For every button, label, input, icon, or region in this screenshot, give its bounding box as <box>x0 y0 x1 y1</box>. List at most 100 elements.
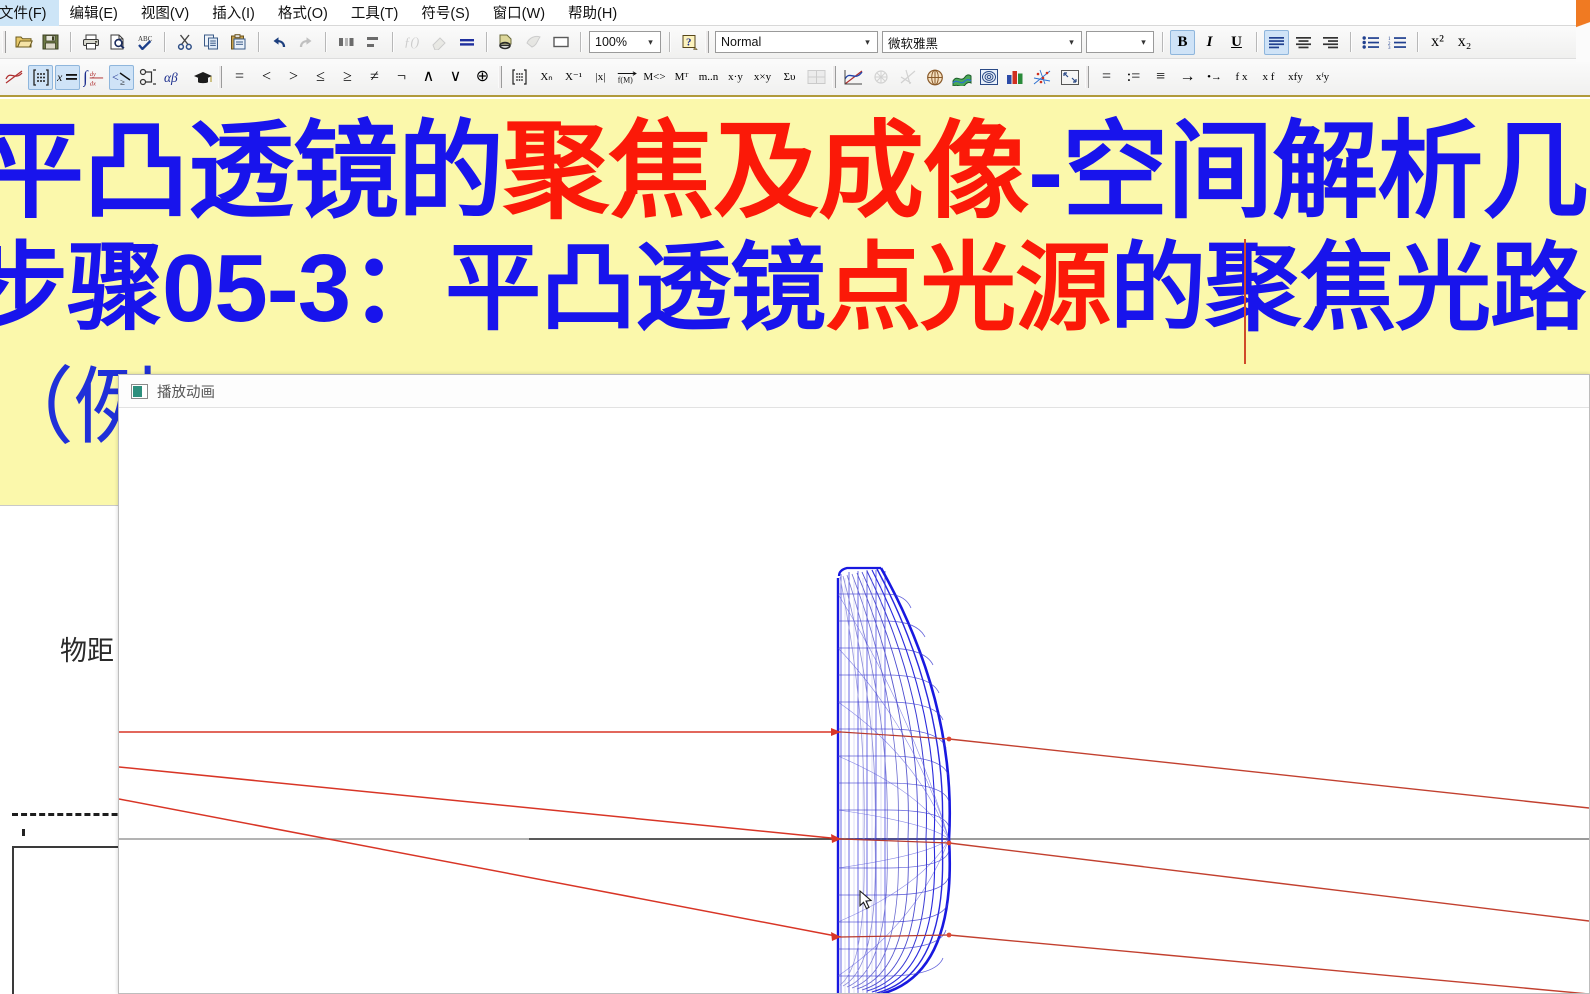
align-object-icon[interactable] <box>333 30 358 55</box>
operator-less-equal[interactable]: ≤ <box>308 65 333 90</box>
frame-icon[interactable] <box>548 30 573 55</box>
assign-equals[interactable]: = <box>1094 65 1119 90</box>
greek-alpha-beta-icon[interactable]: αβ <box>163 65 188 90</box>
operator-and[interactable]: ∧ <box>416 65 441 90</box>
matrix-subscript-icon[interactable]: Xₙ <box>534 65 559 90</box>
contour-plot-icon[interactable] <box>976 65 1001 90</box>
function-plot-icon[interactable] <box>1 65 26 90</box>
underline-icon[interactable]: U <box>1224 30 1249 55</box>
assign-identical[interactable]: ≡ <box>1148 65 1173 90</box>
assign-arrow[interactable]: → <box>1175 65 1200 90</box>
lens-ray-trace-canvas[interactable] <box>119 408 1589 993</box>
operator-or[interactable]: ∨ <box>443 65 468 90</box>
save-icon[interactable] <box>38 30 63 55</box>
open-icon[interactable] <box>11 30 36 55</box>
menu-tools[interactable]: 工具(T) <box>340 0 411 26</box>
play-animation-window[interactable]: 播放动画 <box>118 374 1590 994</box>
spellcheck-icon[interactable]: ABC <box>132 30 157 55</box>
copy-icon[interactable] <box>199 30 224 55</box>
operator-equals[interactable]: = <box>227 65 252 90</box>
bar-chart-icon[interactable] <box>1003 65 1028 90</box>
x-equals-icon[interactable]: x <box>55 64 80 90</box>
font-family-combo[interactable]: 微软雅黑 ▾ <box>882 31 1082 53</box>
assign-dot-arrow[interactable]: •→ <box>1202 65 1227 90</box>
bullet-list-icon[interactable] <box>1358 30 1383 55</box>
help-icon[interactable]: ? <box>677 30 702 55</box>
matrix-power-icon[interactable]: M<> <box>642 65 667 90</box>
paste-icon[interactable] <box>226 30 251 55</box>
polar-chart-icon[interactable] <box>868 65 893 90</box>
line-chart-icon[interactable] <box>841 65 866 90</box>
number-list-icon[interactable]: 1 2 3 <box>1385 30 1410 55</box>
flowchart-icon[interactable] <box>136 65 161 90</box>
equals-bar-icon[interactable] <box>454 30 479 55</box>
integral-derivative-icon[interactable]: ∫ dy dx <box>82 65 107 90</box>
function-xfy-sub[interactable]: xᶠy <box>1310 65 1335 90</box>
animation-window-titlebar[interactable]: 播放动画 <box>119 375 1589 408</box>
function-fx[interactable]: f x <box>1229 65 1254 90</box>
function-xfy[interactable]: xfy <box>1283 65 1308 90</box>
paragraph-style-combo[interactable]: Normal ▾ <box>715 31 878 53</box>
menu-symbol[interactable]: 符号(S) <box>410 0 481 26</box>
vector-function-icon[interactable]: f(M) <box>615 65 640 90</box>
operator-less-than[interactable]: < <box>254 65 279 90</box>
bold-icon[interactable]: B <box>1170 29 1195 55</box>
align-center-icon[interactable] <box>1291 30 1316 55</box>
sum-icon[interactable]: Συ <box>777 65 802 90</box>
assign-colon-equals[interactable]: := <box>1121 65 1146 90</box>
toolbar-separator <box>580 32 581 52</box>
handwriting-icon[interactable]: ƒ() <box>400 30 425 55</box>
toolbar-grip[interactable] <box>705 31 709 53</box>
print-icon[interactable] <box>78 30 103 55</box>
surface-3d-icon[interactable] <box>949 65 974 90</box>
paint-icon[interactable] <box>521 30 546 55</box>
zoom-level-combo[interactable]: 100% ▾ <box>589 31 661 53</box>
superscript-icon[interactable]: x² <box>1425 30 1450 55</box>
graduation-cap-icon[interactable] <box>190 65 215 90</box>
dot-product-icon[interactable]: x·y <box>723 65 748 90</box>
sphere-icon[interactable] <box>922 65 947 90</box>
distribute-icon[interactable] <box>360 30 385 55</box>
toolbar-grip[interactable] <box>498 66 502 88</box>
cut-icon[interactable] <box>172 30 197 55</box>
font-size-combo[interactable]: ▾ <box>1086 31 1154 53</box>
function-xf[interactable]: x f <box>1256 65 1281 90</box>
toolbar-grip[interactable] <box>218 66 222 88</box>
menu-file[interactable]: 文件(F) <box>0 0 59 26</box>
menu-help[interactable]: 帮助(H) <box>557 0 629 26</box>
inequality-icon[interactable]: < ≥ <box>109 64 134 90</box>
menu-edit[interactable]: 编辑(E) <box>59 0 130 26</box>
toolbar-grip[interactable] <box>1085 66 1089 88</box>
operator-greater-than[interactable]: > <box>281 65 306 90</box>
eraser-icon[interactable] <box>427 30 452 55</box>
matrix-transpose-icon[interactable]: Mᵀ <box>669 65 694 90</box>
cross-product-icon[interactable]: x×y <box>750 65 775 90</box>
undo-icon[interactable] <box>266 30 291 55</box>
operator-not[interactable]: ¬ <box>389 65 414 90</box>
matrix-inverse-icon[interactable]: X⁻¹ <box>561 65 586 90</box>
toolbar-grip[interactable] <box>2 31 6 53</box>
matrix-grid-icon[interactable] <box>28 64 53 90</box>
resize-icon[interactable] <box>1057 65 1082 90</box>
italic-icon[interactable]: I <box>1197 30 1222 55</box>
link-icon[interactable] <box>494 30 519 55</box>
matrix-editor-icon[interactable] <box>804 65 829 90</box>
operator-greater-equal[interactable]: ≥ <box>335 65 360 90</box>
menu-window[interactable]: 窗口(W) <box>482 0 557 26</box>
print-preview-icon[interactable] <box>105 30 130 55</box>
menu-format[interactable]: 格式(O) <box>267 0 340 26</box>
subscript-icon[interactable]: x₂ <box>1452 30 1477 55</box>
vector-field-icon[interactable] <box>895 65 920 90</box>
menu-view[interactable]: 视图(V) <box>130 0 201 26</box>
absolute-value-icon[interactable]: |x| <box>588 65 613 90</box>
align-left-icon[interactable] <box>1264 29 1289 55</box>
toolbar-grip[interactable] <box>832 66 836 88</box>
redo-icon[interactable] <box>293 30 318 55</box>
range-icon[interactable]: m..n <box>696 65 721 90</box>
operator-not-equal[interactable]: ≠ <box>362 65 387 90</box>
menu-insert[interactable]: 插入(I) <box>201 0 267 26</box>
align-right-icon[interactable] <box>1318 30 1343 55</box>
scatter-plot-icon[interactable] <box>1030 65 1055 90</box>
operator-xor[interactable]: ⊕ <box>470 65 495 90</box>
matrix-bracket-icon[interactable] <box>507 65 532 90</box>
